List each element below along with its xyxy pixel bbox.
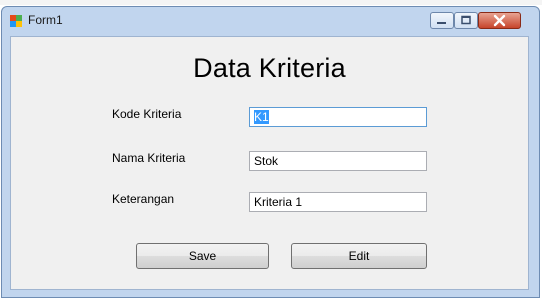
save-button[interactable]: Save xyxy=(136,243,269,269)
keterangan-value: Kriteria 1 xyxy=(254,195,303,209)
title-bar[interactable]: Form1 xyxy=(2,7,539,35)
edit-button[interactable]: Edit xyxy=(291,243,427,269)
window-title: Form1 xyxy=(28,13,63,27)
kode-kriteria-label: Kode Kriteria xyxy=(112,107,182,121)
keterangan-input[interactable]: Kriteria 1 xyxy=(249,192,427,212)
form-heading: Data Kriteria xyxy=(193,53,346,83)
kode-kriteria-value: K1 xyxy=(254,110,269,124)
kode-kriteria-input[interactable]: K1 xyxy=(249,107,427,127)
nama-kriteria-input[interactable]: Stok xyxy=(249,151,427,171)
minimize-button[interactable] xyxy=(430,12,454,29)
keterangan-label: Keterangan xyxy=(112,192,175,206)
maximize-icon xyxy=(461,15,471,25)
minimize-icon xyxy=(437,22,446,24)
app-icon xyxy=(10,15,22,27)
nama-kriteria-value: Stok xyxy=(254,154,279,168)
close-icon xyxy=(493,14,506,27)
background-strip xyxy=(0,0,542,5)
nama-kriteria-label: Nama Kriteria xyxy=(112,151,186,165)
close-button[interactable] xyxy=(478,12,521,29)
form-window: Form1 Data Kriteria Kode Kriteria K1 Nam… xyxy=(1,6,540,298)
form-client-area: Data Kriteria Kode Kriteria K1 Nama Krit… xyxy=(10,36,529,290)
maximize-button[interactable] xyxy=(454,12,478,29)
